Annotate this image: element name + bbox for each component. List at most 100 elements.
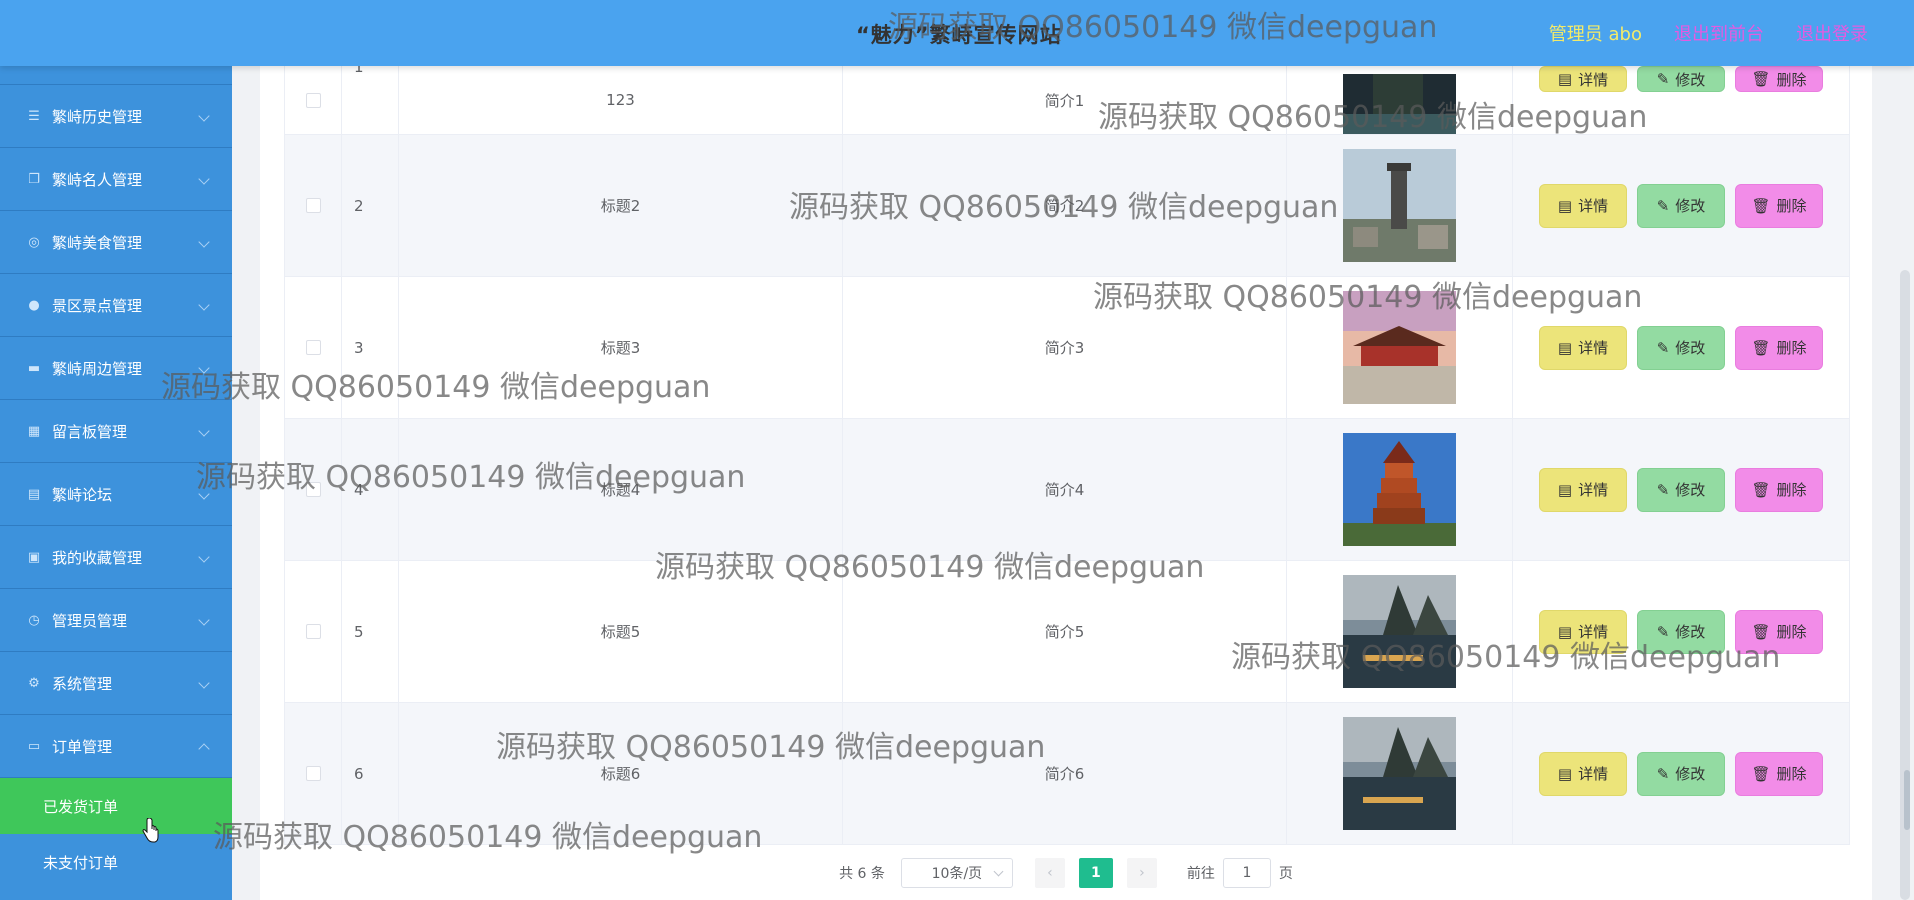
- thumbnail-image[interactable]: [1343, 717, 1456, 830]
- thumbnail-image[interactable]: [1343, 149, 1456, 262]
- edit-label: 修改: [1675, 70, 1706, 89]
- vertical-scrollbar[interactable]: [1900, 270, 1910, 900]
- index-cell: 3: [342, 277, 399, 418]
- sidebar-item-guestbook[interactable]: ▦ 留言板管理: [0, 400, 232, 463]
- sidebar-item-label: 管理员管理: [52, 611, 128, 630]
- sidebar-subitem-label: 已发货订单: [43, 797, 119, 816]
- edit-button[interactable]: ✎ 修改: [1637, 325, 1725, 370]
- back-to-front-link[interactable]: 退出到前台: [1674, 20, 1764, 46]
- logout-link[interactable]: 退出登录: [1796, 20, 1868, 46]
- clock-icon: ◷: [28, 612, 40, 628]
- edit-button[interactable]: ✎ 修改: [1637, 609, 1725, 654]
- row-checkbox[interactable]: [305, 482, 321, 497]
- sidebar-item-history[interactable]: ☰ 繁峙历史管理: [0, 85, 232, 148]
- pencil-icon: ✎: [1656, 480, 1670, 499]
- row-checkbox-cell: [285, 561, 342, 702]
- detail-label: 详情: [1578, 70, 1609, 89]
- next-page-button[interactable]: ›: [1126, 858, 1157, 888]
- chevron-down-icon: [198, 551, 210, 563]
- image-cell: [1287, 703, 1513, 844]
- thumbnail-image[interactable]: [1343, 74, 1456, 134]
- sidebar-item-system[interactable]: ⚙ 系统管理: [0, 652, 232, 715]
- sidebar-item-admins[interactable]: ◷ 管理员管理: [0, 589, 232, 652]
- edit-button[interactable]: ✎ 修改: [1637, 183, 1725, 228]
- sidebar-item-surroundings[interactable]: ▬ 繁峙周边管理: [0, 337, 232, 400]
- sidebar-item-label: 繁峙周边管理: [52, 359, 143, 378]
- sidebar-item-celebrities[interactable]: ❐ 繁峙名人管理: [0, 148, 232, 211]
- sidebar-item-label: 繁峙论坛: [52, 485, 113, 504]
- header-actions: 管理员 abo 退出到前台 退出登录: [1549, 20, 1868, 46]
- sidebar-subitem-unpaid-orders[interactable]: 未支付订单: [0, 834, 232, 890]
- page-number-current[interactable]: 1: [1078, 858, 1113, 888]
- delete-button[interactable]: 🗑 删除: [1735, 751, 1823, 796]
- pencil-icon: ✎: [1656, 196, 1670, 215]
- delete-button[interactable]: 🗑 删除: [1735, 609, 1823, 654]
- index-cell: 6: [342, 703, 399, 844]
- image-cell: [1287, 135, 1513, 276]
- pagination: 共 6 条 10条/页 ‹ 1 › 前往 1 页: [260, 856, 1872, 890]
- user-icon: ●: [28, 297, 40, 313]
- sidebar-item-label: 繁峙美食管理: [52, 233, 143, 252]
- edit-label: 修改: [1675, 623, 1706, 641]
- sidebar-subitem-label: 未支付订单: [43, 853, 119, 872]
- detail-button[interactable]: ▤ 详情: [1539, 325, 1627, 370]
- page-suffix: 页: [1278, 866, 1293, 882]
- sidebar-subitem-shipped-orders[interactable]: 已发货订单: [0, 778, 232, 834]
- row-checkbox[interactable]: [305, 766, 321, 781]
- chevron-down-icon: [198, 299, 210, 311]
- chevron-down-icon: [198, 236, 210, 248]
- detail-button[interactable]: ▤ 详情: [1539, 751, 1627, 796]
- detail-button[interactable]: ▤ 详情: [1539, 66, 1627, 92]
- sidebar-item-label: 系统管理: [52, 674, 113, 693]
- top-header: “魅力”繁峙宣传网站 管理员 abo 退出到前台 退出登录: [0, 0, 1914, 66]
- detail-button[interactable]: ▤ 详情: [1539, 467, 1627, 512]
- document-icon: ▤: [1557, 70, 1573, 88]
- delete-button[interactable]: 🗑 删除: [1735, 325, 1823, 370]
- intro-cell: 简介2: [843, 135, 1287, 276]
- chevron-up-icon: [198, 743, 210, 755]
- goto-page-input[interactable]: 1: [1222, 858, 1271, 888]
- table-row: 3 标题3 简介3 ▤ 详情 ✎ 修改 🗑 删除: [285, 277, 1849, 419]
- copy-icon: ❐: [28, 171, 40, 187]
- sidebar-item-label: 繁峙历史管理: [52, 107, 143, 126]
- thumbnail-image[interactable]: [1343, 291, 1456, 404]
- document-icon: ▤: [1557, 622, 1573, 641]
- delete-button[interactable]: 🗑 删除: [1735, 66, 1823, 92]
- delete-button[interactable]: 🗑 删除: [1735, 183, 1823, 228]
- sidebar-item-scenic[interactable]: ● 景区景点管理: [0, 274, 232, 337]
- sidebar-item-label: 景区景点管理: [52, 296, 143, 315]
- thumbnail-image[interactable]: [1343, 433, 1456, 546]
- row-checkbox[interactable]: [305, 624, 321, 639]
- picture-icon: ▣: [27, 549, 41, 565]
- edit-button[interactable]: ✎ 修改: [1637, 467, 1725, 512]
- detail-label: 详情: [1578, 481, 1609, 499]
- edit-button[interactable]: ✎ 修改: [1637, 751, 1725, 796]
- edit-button[interactable]: ✎ 修改: [1637, 66, 1725, 92]
- sidebar-item-forum[interactable]: ▤ 繁峙论坛: [0, 463, 232, 526]
- detail-button[interactable]: ▤ 详情: [1539, 609, 1627, 654]
- actions-cell: ▤ 详情 ✎ 修改 🗑 删除: [1513, 135, 1849, 276]
- trash-icon: 🗑: [1751, 480, 1771, 499]
- actions-cell: ▤ 详情 ✎ 修改 🗑 删除: [1513, 561, 1849, 702]
- sidebar-item-food[interactable]: ◎ 繁峙美食管理: [0, 211, 232, 274]
- row-checkbox-cell: [285, 419, 342, 560]
- chevron-down-icon: [198, 677, 210, 689]
- row-checkbox[interactable]: [305, 92, 321, 108]
- page-size-select[interactable]: 10条/页: [900, 858, 1013, 888]
- row-checkbox[interactable]: [305, 340, 321, 355]
- thumbnail-image[interactable]: [1343, 575, 1456, 688]
- list-icon: ☰: [28, 108, 40, 124]
- intro-cell: 简介4: [843, 419, 1287, 560]
- row-checkbox[interactable]: [305, 198, 321, 213]
- title-cell: 标题6: [399, 703, 843, 844]
- pencil-icon: ✎: [1656, 764, 1670, 783]
- scrollbar-thumb[interactable]: [1904, 770, 1910, 830]
- table-row: 6 标题6 简介6 ▤ 详情 ✎ 修改 🗑 删除: [285, 703, 1849, 845]
- delete-button[interactable]: 🗑 删除: [1735, 467, 1823, 512]
- trash-icon: 🗑: [1751, 196, 1771, 215]
- prev-page-button[interactable]: ‹: [1034, 858, 1065, 888]
- sidebar-item-orders[interactable]: ▭ 订单管理: [0, 715, 232, 778]
- detail-button[interactable]: ▤ 详情: [1539, 183, 1627, 228]
- sidebar-item-favorites[interactable]: ▣ 我的收藏管理: [0, 526, 232, 589]
- delete-label: 删除: [1776, 481, 1807, 499]
